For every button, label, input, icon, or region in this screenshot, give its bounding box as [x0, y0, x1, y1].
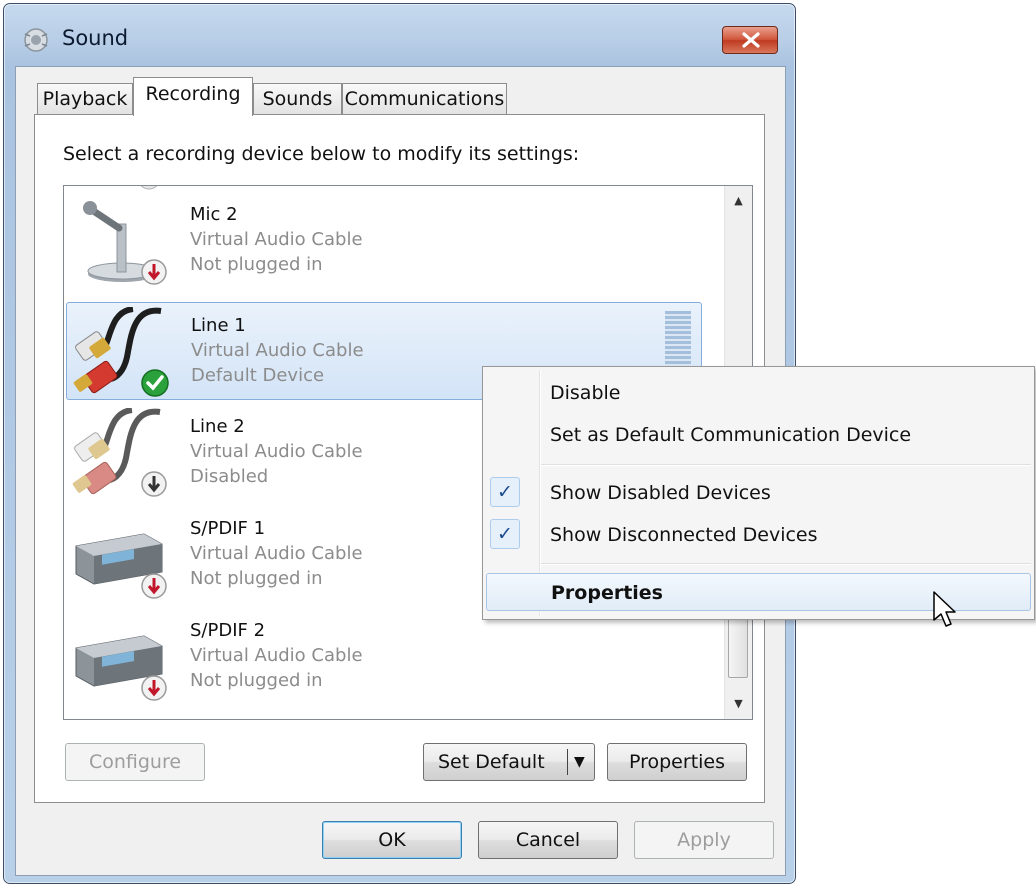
menu-separator [541, 464, 1031, 466]
device-name: Line 1 [191, 315, 246, 336]
set-default-label: Set Default [438, 751, 545, 773]
device-name: S/PDIF 2 [190, 620, 266, 641]
scroll-up-arrow-icon[interactable]: ▲ [725, 188, 752, 214]
device-row-spdif-2[interactable]: S/PDIF 2 Virtual Audio Cable Not plugged… [66, 608, 702, 706]
checkmark-icon: ✓ [490, 519, 520, 549]
scroll-down-arrow-icon[interactable]: ▼ [725, 691, 752, 717]
menu-item-label: Show Disconnected Devices [550, 524, 818, 546]
dropdown-arrow-icon[interactable]: ▼ [574, 744, 585, 780]
not-plugged-in-badge-icon [141, 675, 167, 701]
device-name: S/PDIF 1 [190, 518, 266, 539]
device-status: Default Device [191, 365, 325, 386]
device-name: Mic 2 [190, 204, 238, 225]
set-default-split-button[interactable]: Set Default ▼ [423, 743, 595, 781]
speaker-icon [24, 28, 48, 52]
mouse-pointer-icon [933, 591, 956, 627]
device-status: Disabled [190, 466, 269, 487]
device-driver: Virtual Audio Cable [190, 645, 363, 666]
ok-button[interactable]: OK [322, 821, 462, 859]
device-status: Not plugged in [190, 670, 323, 691]
tab-sounds[interactable]: Sounds [253, 83, 342, 115]
device-driver: Virtual Audio Cable [191, 340, 364, 361]
device-driver: Virtual Audio Cable [190, 543, 363, 564]
title-bar[interactable]: Sound [4, 4, 795, 66]
default-device-check-icon [141, 369, 169, 397]
properties-button[interactable]: Properties [607, 743, 747, 781]
split-separator [567, 749, 568, 775]
menu-item-show-disabled-devices[interactable]: ✓ Show Disabled Devices [486, 474, 1031, 512]
menu-item-set-default-communication[interactable]: Set as Default Communication Device [486, 416, 1031, 454]
disabled-badge-icon [141, 471, 167, 497]
close-icon [742, 32, 760, 48]
menu-item-label: Disable [550, 382, 621, 404]
window-title: Sound [62, 26, 129, 50]
device-status: Not plugged in [190, 568, 323, 589]
not-plugged-in-badge-icon [141, 573, 167, 599]
apply-button[interactable]: Apply [634, 821, 774, 859]
device-status: Not plugged in [190, 254, 323, 275]
tab-recording[interactable]: Recording [133, 77, 253, 116]
menu-item-disable[interactable]: Disable [486, 374, 1031, 412]
device-driver: Virtual Audio Cable [190, 229, 363, 250]
configure-button[interactable]: Configure [65, 743, 205, 781]
menu-item-label: Show Disabled Devices [550, 482, 771, 504]
device-name: Line 2 [190, 416, 245, 437]
menu-item-show-disconnected-devices[interactable]: ✓ Show Disconnected Devices [486, 516, 1031, 554]
device-row-mic-2[interactable]: Mic 2 Virtual Audio Cable Not plugged in [66, 192, 702, 290]
cancel-button[interactable]: Cancel [478, 821, 618, 859]
tab-communications[interactable]: Communications [342, 83, 507, 115]
menu-item-label: Properties [551, 582, 663, 604]
device-driver: Virtual Audio Cable [190, 441, 363, 462]
menu-separator [541, 563, 1031, 565]
tab-playback[interactable]: Playback [37, 83, 133, 115]
close-button[interactable] [722, 26, 778, 54]
menu-item-label: Set as Default Communication Device [550, 424, 912, 446]
instruction-text: Select a recording device below to modif… [63, 143, 580, 165]
checkmark-icon: ✓ [490, 477, 520, 507]
not-plugged-in-badge-icon [141, 259, 167, 285]
device-context-menu: Disable Set as Default Communication Dev… [482, 366, 1035, 620]
level-meter [665, 311, 691, 369]
